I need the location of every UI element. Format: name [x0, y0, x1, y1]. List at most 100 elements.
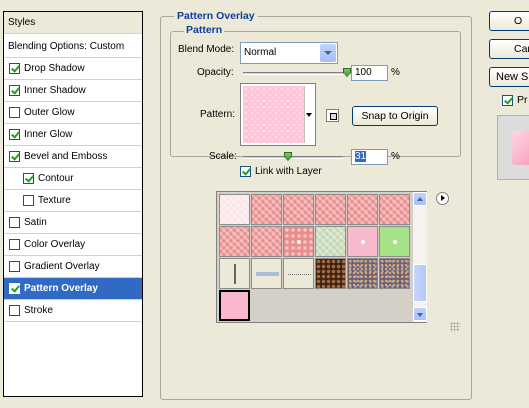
style-preview-thumbnail: [497, 115, 529, 180]
style-item-checkbox[interactable]: [9, 261, 20, 272]
pattern-tile[interactable]: [315, 194, 346, 225]
style-item-bevel-and-emboss[interactable]: Bevel and Emboss: [4, 146, 142, 168]
scroll-down-arrow-icon[interactable]: [413, 307, 427, 321]
pattern-tile[interactable]: [347, 226, 378, 257]
pattern-tile[interactable]: [283, 258, 314, 289]
tile-bar: [256, 272, 279, 276]
scroll-up-arrow-icon[interactable]: [413, 192, 427, 206]
style-item-label: Inner Shadow: [24, 85, 86, 96]
style-item-drop-shadow[interactable]: Drop Shadow: [4, 58, 142, 80]
opacity-value: 100: [355, 67, 372, 78]
link-with-layer-label: Link with Layer: [255, 166, 322, 177]
style-item-checkbox[interactable]: [23, 195, 34, 206]
style-item-color-overlay[interactable]: Color Overlay: [4, 234, 142, 256]
opacity-label: Opacity:: [197, 67, 234, 78]
style-item-satin[interactable]: Satin: [4, 212, 142, 234]
pattern-tile[interactable]: [251, 258, 282, 289]
preview-checkbox[interactable]: Pr: [502, 94, 528, 106]
pattern-grid: [219, 194, 412, 321]
styles-header-label: Styles: [8, 17, 36, 28]
style-item-label: Inner Glow: [24, 129, 73, 140]
preview-chip: [512, 131, 529, 165]
blending-options-label: Blending Options: Custom: [8, 41, 125, 52]
style-item-label: Texture: [38, 195, 71, 206]
style-item-label: Pattern Overlay: [24, 283, 98, 294]
style-item-checkbox[interactable]: [9, 283, 20, 294]
preview-label: Pr: [517, 94, 528, 106]
blend-mode-label: Blend Mode:: [178, 44, 235, 55]
style-item-checkbox[interactable]: [9, 305, 20, 316]
style-item-label: Outer Glow: [24, 107, 75, 118]
pattern-picker-swatch[interactable]: [240, 83, 316, 146]
cancel-button[interactable]: Can: [489, 39, 529, 59]
style-item-outer-glow[interactable]: Outer Glow: [4, 102, 142, 124]
style-item-label: Contour: [38, 173, 74, 184]
menu-arrow-icon[interactable]: [436, 192, 449, 205]
pattern-dropdown-arrow-icon[interactable]: [304, 86, 314, 143]
style-item-label: Color Overlay: [24, 239, 86, 250]
style-item-checkbox[interactable]: [9, 217, 20, 228]
style-item-checkbox[interactable]: [23, 173, 34, 184]
pattern-tile[interactable]: [283, 226, 314, 257]
link-with-layer-checkbox[interactable]: Link with Layer: [240, 166, 322, 177]
pattern-tile[interactable]: [251, 194, 282, 225]
pattern-tile[interactable]: [219, 258, 250, 289]
style-item-pattern-overlay[interactable]: Pattern Overlay: [4, 278, 142, 300]
styles-header[interactable]: Styles: [4, 12, 142, 34]
pattern-tile[interactable]: [379, 194, 410, 225]
scrollbar-thumb[interactable]: [413, 264, 427, 302]
style-item-contour[interactable]: Contour: [4, 168, 142, 190]
style-item-label: Gradient Overlay: [24, 261, 100, 272]
pattern-tile[interactable]: [347, 194, 378, 225]
chevron-down-icon[interactable]: [320, 44, 336, 62]
resize-grip-icon[interactable]: [450, 322, 460, 332]
style-item-stroke[interactable]: Stroke: [4, 300, 142, 322]
blend-mode-select[interactable]: Normal: [240, 42, 338, 64]
blending-options-item[interactable]: Blending Options: Custom: [4, 36, 142, 58]
pattern-tile[interactable]: [315, 226, 346, 257]
scale-label: Scale:: [209, 151, 237, 162]
tile-line: [288, 274, 311, 275]
opacity-input[interactable]: 100: [351, 65, 388, 81]
style-item-checkbox[interactable]: [9, 151, 20, 162]
opacity-unit: %: [391, 67, 400, 78]
style-item-inner-glow[interactable]: Inner Glow: [4, 124, 142, 146]
link-with-layer-check[interactable]: [240, 166, 251, 177]
scale-input[interactable]: 31: [351, 149, 388, 165]
new-style-button[interactable]: New S: [489, 67, 529, 87]
scale-slider-track[interactable]: [243, 156, 343, 159]
pattern-subgroup-title: Pattern: [184, 24, 225, 36]
style-item-inner-shadow[interactable]: Inner Shadow: [4, 80, 142, 102]
style-item-label: Bevel and Emboss: [24, 151, 108, 162]
blend-mode-value: Normal: [244, 47, 277, 58]
style-item-gradient-overlay[interactable]: Gradient Overlay: [4, 256, 142, 278]
preview-check[interactable]: [502, 94, 513, 106]
tile-dot: [360, 239, 365, 244]
style-item-checkbox[interactable]: [9, 129, 20, 140]
pattern-tile[interactable]: [379, 258, 410, 289]
pattern-tile[interactable]: [219, 290, 250, 321]
new-preset-icon[interactable]: [326, 109, 339, 122]
pattern-tile[interactable]: [347, 258, 378, 289]
pattern-preview: [243, 86, 304, 143]
pattern-tile[interactable]: [379, 226, 410, 257]
pattern-tile[interactable]: [251, 226, 282, 257]
style-item-checkbox[interactable]: [9, 239, 20, 250]
pattern-overlay-title: Pattern Overlay: [174, 10, 258, 22]
opacity-slider-track[interactable]: [243, 72, 347, 75]
pattern-tile[interactable]: [219, 226, 250, 257]
ok-button[interactable]: O: [489, 11, 529, 31]
style-item-checkbox[interactable]: [9, 85, 20, 96]
style-item-texture[interactable]: Texture: [4, 190, 142, 212]
pattern-tile[interactable]: [315, 258, 346, 289]
pattern-label: Pattern:: [200, 109, 236, 120]
style-item-label: Drop Shadow: [24, 63, 85, 74]
picker-scrollbar[interactable]: [413, 192, 427, 322]
pattern-tile[interactable]: [283, 194, 314, 225]
tile-dot: [296, 239, 301, 244]
style-item-checkbox[interactable]: [9, 107, 20, 118]
snap-to-origin-button[interactable]: Snap to Origin: [352, 106, 438, 126]
style-item-checkbox[interactable]: [9, 63, 20, 74]
pattern-tile[interactable]: [219, 194, 250, 225]
scale-value: 31: [355, 151, 367, 162]
